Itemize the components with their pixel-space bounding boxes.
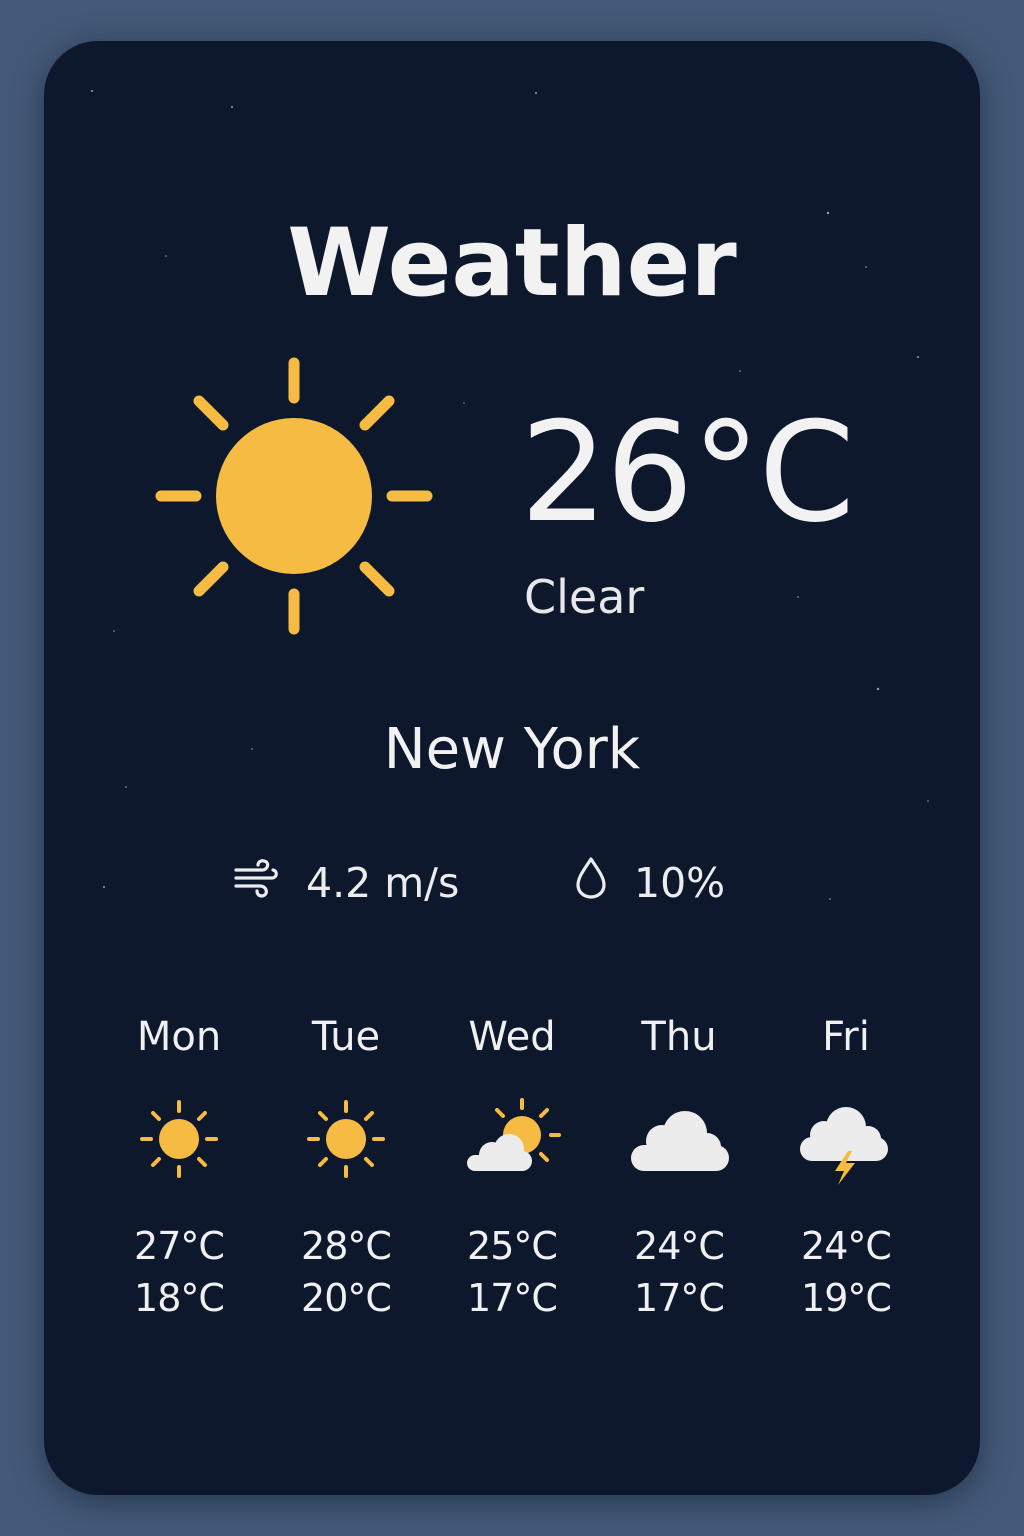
day-high-temp: 28°C [301, 1224, 392, 1268]
sun-icon [296, 1089, 396, 1189]
day-name: Mon [136, 1014, 222, 1060]
day-name: Wed [468, 1014, 556, 1060]
day-name: Thu [641, 1014, 717, 1060]
day-low-temp: 17°C [634, 1276, 725, 1320]
day-low-temp: 20°C [301, 1276, 392, 1320]
forecast-day-thu: Thu 24°C 17°C [599, 1009, 759, 1320]
day-high-temp: 27°C [134, 1224, 225, 1268]
weather-card: Weather 26°C Clear New York 4.2 m/s 10% … [44, 41, 980, 1495]
thunderstorm-icon [796, 1089, 896, 1189]
day-high-temp: 24°C [634, 1224, 725, 1268]
forecast-day-wed: Wed 25°C 17°C [432, 1009, 592, 1320]
partly-cloudy-icon [462, 1089, 562, 1189]
day-name: Fri [822, 1014, 870, 1060]
forecast-day-tue: Tue 28°C 20°C [266, 1009, 426, 1320]
day-low-temp: 17°C [467, 1276, 558, 1320]
sun-icon [129, 1089, 229, 1189]
day-high-temp: 24°C [801, 1224, 892, 1268]
day-low-temp: 18°C [134, 1276, 225, 1320]
day-name: Tue [311, 1014, 381, 1060]
cloud-icon [629, 1089, 729, 1189]
day-high-temp: 25°C [467, 1224, 558, 1268]
day-low-temp: 19°C [801, 1276, 892, 1320]
forecast-day-fri: Fri 24°C 19°C [766, 1009, 926, 1320]
forecast-day-mon: Mon 27°C 18°C [99, 1009, 259, 1320]
forecast-row: Mon 27°C 18°C Tue 28°C 20°C Wed 25°C 17°… [44, 41, 980, 1495]
